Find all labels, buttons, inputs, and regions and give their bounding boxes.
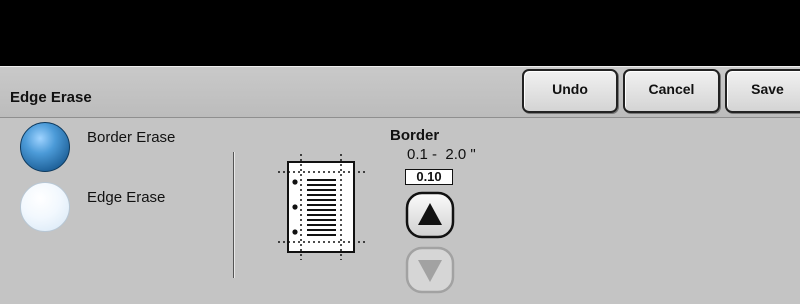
top-status-bar — [0, 0, 800, 66]
save-button[interactable]: Save — [725, 69, 800, 113]
header-bar: Edge Erase Undo Cancel Save — [0, 66, 800, 118]
divider — [233, 152, 234, 278]
border-value-field[interactable]: 0.10 — [405, 169, 453, 185]
edge-erase-label[interactable]: Edge Erase — [87, 189, 165, 206]
edge-erase-radio[interactable] — [20, 182, 70, 232]
border-title: Border — [390, 127, 440, 144]
border-erase-label[interactable]: Border Erase — [87, 129, 175, 146]
cancel-button[interactable]: Cancel — [623, 69, 720, 113]
undo-button[interactable]: Undo — [522, 69, 618, 113]
edge-erase-panel: Border Erase Edge Erase Border 0.1 - 2.0… — [0, 118, 800, 304]
decrease-button[interactable] — [404, 245, 456, 295]
document-border-icon — [278, 154, 366, 260]
increase-button[interactable] — [404, 190, 456, 240]
border-range: 0.1 - 2.0 " — [407, 146, 476, 163]
page-title: Edge Erase — [10, 89, 92, 106]
border-erase-radio[interactable] — [20, 122, 70, 172]
